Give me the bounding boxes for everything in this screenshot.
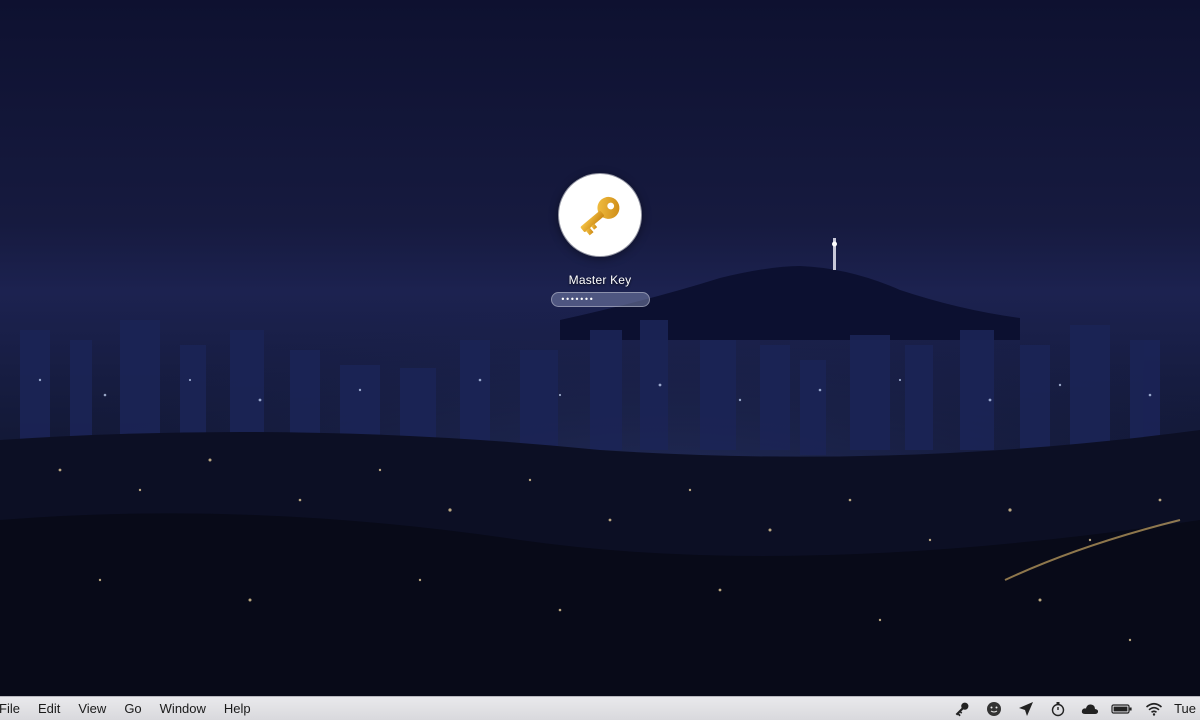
timer-icon[interactable] [1042,697,1074,720]
cloud-icon[interactable] [1074,697,1106,720]
menu-file[interactable]: File [0,697,29,720]
menu-edit[interactable]: Edit [29,697,69,720]
desktop: Master Key File Edit View Go Window Help [0,0,1200,720]
face-icon[interactable] [978,697,1010,720]
key-status-icon[interactable] [946,697,978,720]
user-name: Master Key [568,273,632,287]
menu-go[interactable]: Go [115,697,150,720]
menu-bar: File Edit View Go Window Help Tue [0,696,1200,720]
wifi-icon[interactable] [1138,697,1170,720]
battery-icon[interactable] [1106,697,1138,720]
key-icon [580,196,620,236]
location-arrow-icon[interactable] [1010,697,1042,720]
clock[interactable]: Tue [1170,701,1200,716]
user-avatar[interactable] [559,174,641,256]
menu-window[interactable]: Window [151,697,215,720]
menu-help[interactable]: Help [215,697,260,720]
password-input[interactable] [550,292,650,307]
menu-view[interactable]: View [69,697,115,720]
city-night-wallpaper [0,0,1200,696]
menu-bar-left: File Edit View Go Window Help [0,697,260,720]
login-panel: Master Key [500,174,700,307]
menu-bar-status: Tue [946,697,1200,720]
